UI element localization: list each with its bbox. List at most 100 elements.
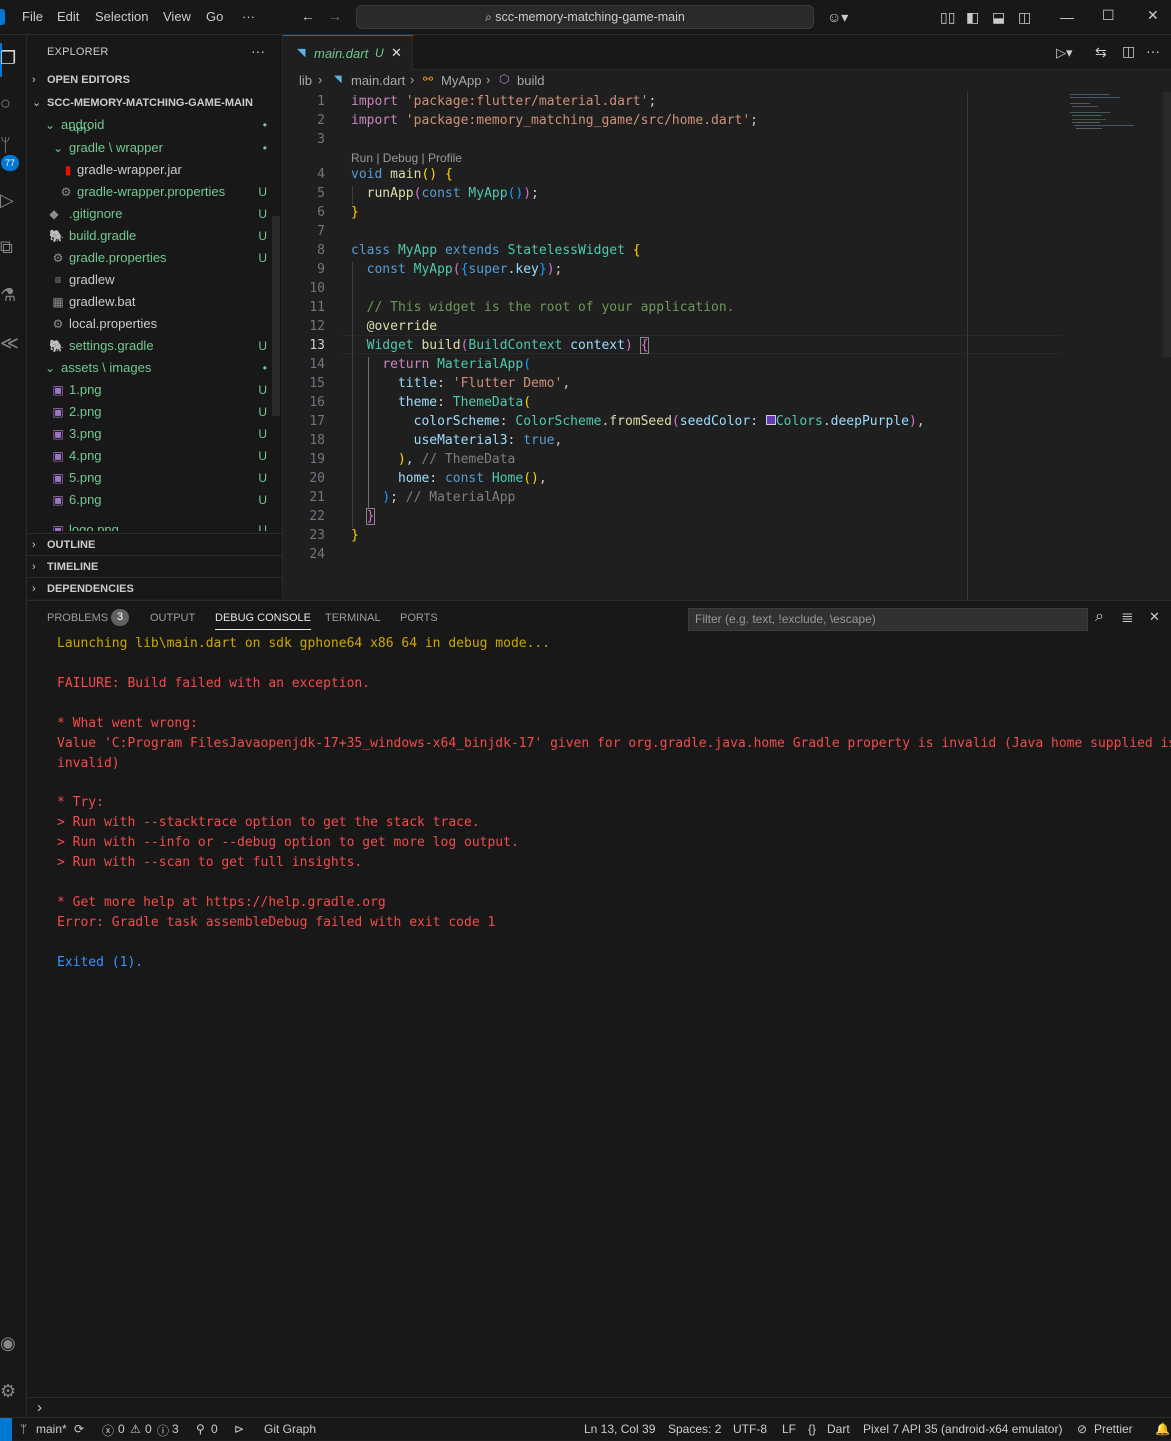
toggle-panel-icon[interactable]: ⬓ (992, 9, 1005, 26)
menu-view[interactable]: View (163, 9, 191, 24)
prettier-status[interactable]: Prettier (1094, 1422, 1133, 1436)
info-count[interactable]: 3 (172, 1422, 179, 1436)
split-editor-icon[interactable]: ◫ (1122, 43, 1135, 60)
back-arrow-icon[interactable]: ← (301, 8, 315, 24)
source-control-icon[interactable]: ᛘ (0, 135, 18, 157)
close-window-icon[interactable]: ✕ (1147, 7, 1159, 24)
code-lens[interactable]: Run | Debug | Profile (351, 151, 462, 165)
language-mode[interactable]: Dart (827, 1422, 850, 1436)
section-dependencies[interactable]: › DEPENDENCIES (27, 577, 282, 599)
git-status: U (258, 383, 267, 397)
git-graph-button[interactable]: Git Graph (264, 1422, 316, 1436)
image-file-icon: ▣ (52, 523, 64, 531)
section-timeline[interactable]: › TIMELINE (27, 555, 282, 577)
explorer-icon[interactable]: ❐ (0, 48, 18, 70)
tree-file-gradle-wrapper-properties[interactable]: ⚙ gradle-wrapper.properties U (27, 181, 277, 203)
notifications-bell-icon[interactable]: 🔔 (1155, 1422, 1170, 1436)
extensions-icon[interactable]: ⧉ (0, 237, 18, 259)
code-editor[interactable]: 1 2 3 4 5 6 7 8 9 10 11 12 13 14 15 16 1… (283, 92, 1171, 600)
tab-ports[interactable]: PORTS (400, 612, 438, 624)
encoding[interactable]: UTF-8 (733, 1422, 767, 1436)
warning-count[interactable]: 0 (145, 1422, 152, 1436)
forward-arrow-icon[interactable]: → (328, 8, 342, 24)
tab-main-dart[interactable]: ◥ main.dart U ✕ (283, 35, 413, 70)
device-selector[interactable]: Pixel 7 API 35 (android-x64 emulator) (863, 1422, 1062, 1436)
editor-more-icon[interactable]: ··· (1146, 43, 1160, 59)
sync-icon[interactable]: ⟳ (74, 1422, 84, 1436)
tree-file-image[interactable]: ▣ 3.png U (27, 423, 277, 445)
branch-name[interactable]: main* (36, 1422, 67, 1436)
editor-scrollbar[interactable] (1163, 92, 1171, 357)
breadcrumb-lib[interactable]: lib (299, 73, 312, 88)
section-open-editors[interactable]: › OPEN EDITORS (27, 69, 282, 91)
find-icon[interactable]: ⌕ (1095, 608, 1104, 626)
tab-output[interactable]: OUTPUT (150, 612, 195, 624)
tree-file-gradlew-bat[interactable]: ▦ gradlew.bat (27, 291, 277, 313)
settings-gear-icon[interactable]: ⚙ (0, 1381, 18, 1403)
copilot-icon[interactable]: ☺▾ (827, 9, 848, 26)
close-panel-icon[interactable]: ✕ (1149, 609, 1160, 625)
console-filter-input[interactable]: Filter (e.g. text, !exclude, \escape) (688, 608, 1088, 631)
tree-file-image[interactable]: ▣ 4.png U (27, 445, 277, 467)
tree-file-image[interactable]: ▣ 2.png U (27, 401, 277, 423)
tree-folder-gradle-wrapper[interactable]: ⌄ gradle \ wrapper • (27, 137, 277, 159)
remote-indicator[interactable] (0, 1418, 12, 1441)
run-debug-icon[interactable]: ▷ (0, 190, 18, 212)
close-tab-icon[interactable]: ✕ (391, 45, 402, 61)
tree-file-image[interactable]: ▣ 6.png U (27, 489, 277, 511)
ports-count[interactable]: 0 (211, 1422, 218, 1436)
tree-label: settings.gradle (69, 338, 154, 353)
run-dropdown-icon[interactable]: ▷▾ (1056, 45, 1073, 61)
tab-problems[interactable]: PROBLEMS (47, 612, 108, 624)
flutter-icon[interactable]: ≪ (0, 333, 19, 355)
color-swatch[interactable] (765, 415, 776, 425)
menu-more[interactable]: ··· (242, 9, 255, 24)
dart-file-icon: ◥ (334, 74, 342, 85)
customize-layout-icon[interactable]: ▯▯ (940, 9, 955, 26)
tree-file-image[interactable]: ▣ 5.png U (27, 467, 277, 489)
tree-file-local-properties[interactable]: ⚙ local.properties (27, 313, 277, 335)
testing-icon[interactable]: ⚗ (0, 285, 18, 307)
tree-file-settings-gradle[interactable]: 🐘 settings.gradle U (27, 335, 277, 357)
indentation[interactable]: Spaces: 2 (668, 1422, 721, 1436)
tab-debug-console[interactable]: DEBUG CONSOLE (215, 612, 311, 630)
menu-go[interactable]: Go (206, 9, 223, 24)
account-icon[interactable]: ◉ (0, 1333, 18, 1355)
clear-console-icon[interactable]: ≣ (1121, 608, 1134, 626)
tree-file-gitignore[interactable]: ◆ .gitignore U (27, 203, 277, 225)
cursor-position[interactable]: Ln 13, Col 39 (584, 1422, 655, 1436)
tab-terminal[interactable]: TERMINAL (325, 612, 381, 624)
search-view-icon[interactable]: ○ (0, 93, 18, 115)
tree-file-build-gradle[interactable]: 🐘 build.gradle U (27, 225, 277, 247)
line-ending[interactable]: LF (782, 1422, 796, 1436)
tree-file-gradle-wrapper-jar[interactable]: ▮ gradle-wrapper.jar (27, 159, 277, 181)
toggle-primary-sidebar-icon[interactable]: ◧ (966, 9, 979, 26)
tree-scrollbar[interactable] (272, 216, 280, 416)
repl-input[interactable]: › (27, 1397, 1171, 1418)
section-outline[interactable]: › OUTLINE (27, 533, 282, 555)
tree-file-gradle-properties[interactable]: ⚙ gradle.properties U (27, 247, 277, 269)
section-project-root[interactable]: ⌄ SCC-MEMORY-MATCHING-GAME-MAIN (27, 92, 282, 114)
chevron-right-icon: › (318, 72, 323, 87)
compare-changes-icon[interactable]: ⇆ (1095, 44, 1107, 61)
minimize-icon[interactable]: — (1060, 9, 1074, 25)
breadcrumb-build[interactable]: build (517, 73, 544, 88)
tree-folder-assets-images[interactable]: ⌄ assets \ images • (27, 357, 277, 379)
minimap[interactable] (1068, 92, 1163, 142)
breadcrumb-main-dart[interactable]: main.dart (351, 73, 405, 88)
breadcrumb-myapp[interactable]: MyApp (441, 73, 481, 88)
tree-file-image[interactable]: ▣ logo.png U (27, 511, 277, 531)
braces-icon: {} (808, 1422, 817, 1436)
command-center[interactable]: ⌕ scc-memory-matching-game-main (356, 5, 814, 29)
debug-icon[interactable]: ⊳ (234, 1422, 244, 1436)
error-count[interactable]: 0 (118, 1422, 125, 1436)
maximize-icon[interactable]: ☐ (1102, 7, 1115, 24)
tree-file-gradlew[interactable]: ≡ gradlew (27, 269, 277, 291)
toggle-secondary-sidebar-icon[interactable]: ◫ (1018, 9, 1031, 26)
menu-selection[interactable]: Selection (95, 9, 148, 24)
menu-file[interactable]: File (22, 9, 43, 24)
code-line: @override (366, 319, 438, 334)
menu-edit[interactable]: Edit (57, 9, 79, 24)
explorer-more-icon[interactable]: ··· (251, 43, 265, 59)
tree-file-image[interactable]: ▣ 1.png U (27, 379, 277, 401)
